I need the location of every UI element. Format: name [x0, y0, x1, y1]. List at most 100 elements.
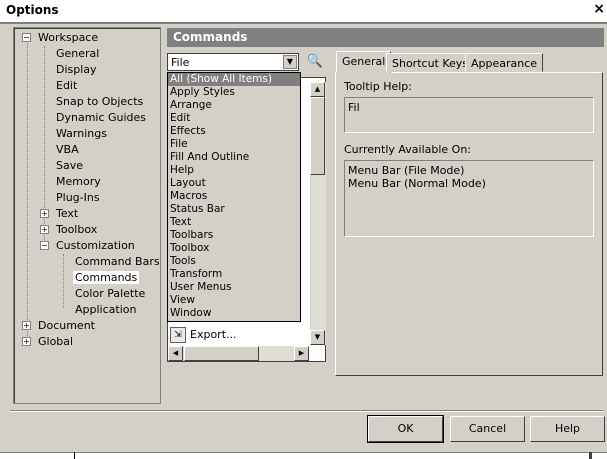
export-icon: ⇲	[170, 327, 186, 343]
tree-item-label: VBA	[56, 143, 79, 156]
title-bar: Options ×	[0, 0, 607, 22]
tree-item-vba[interactable]: VBA	[56, 142, 79, 157]
expand-icon[interactable]: +	[22, 337, 31, 346]
tree-item-color-palette[interactable]: Color Palette	[75, 286, 145, 301]
dropdown-item[interactable]: Status Bar	[168, 203, 300, 216]
scroll-down-icon[interactable]: ▼	[310, 330, 325, 345]
help-button[interactable]: Help	[530, 416, 605, 442]
collapse-icon[interactable]: −	[22, 33, 31, 42]
dropdown-item[interactable]: Apply Styles	[168, 86, 300, 99]
expand-icon[interactable]: +	[40, 225, 49, 234]
tree-item-general[interactable]: General	[56, 46, 99, 61]
window-title: Options	[6, 3, 59, 17]
tree-item-save[interactable]: Save	[56, 158, 83, 173]
tree-item-label: Global	[38, 335, 74, 348]
title-divider	[0, 22, 607, 24]
tree-item-label: Display	[56, 63, 97, 76]
list-item: Menu Bar (File Mode)	[348, 164, 465, 177]
dropdown-item[interactable]: Text	[168, 216, 300, 229]
tree-connector	[27, 39, 28, 344]
options-dialog: Options × − Workspace General Display Ed…	[0, 0, 607, 453]
expand-icon[interactable]: +	[40, 209, 49, 218]
tree-item-label: Save	[56, 159, 84, 172]
scroll-up-icon[interactable]: ▲	[310, 82, 325, 97]
tree-item-label: Dynamic Guides	[56, 111, 147, 124]
tree-item-label: Color Palette	[75, 287, 146, 300]
dropdown-item[interactable]: Layout	[168, 177, 300, 190]
tree-item-warnings[interactable]: Warnings	[56, 126, 107, 141]
tree-item-edit[interactable]: Edit	[56, 78, 77, 93]
scroll-right-icon[interactable]: ▶	[294, 346, 309, 361]
tree-item-memory[interactable]: Memory	[56, 174, 101, 189]
category-dropdown-list[interactable]: All (Show All Items) Apply Styles Arrang…	[167, 72, 301, 322]
tree-item-toolbox[interactable]: + Toolbox	[40, 222, 97, 237]
dropdown-item[interactable]: All (Show All Items)	[168, 73, 300, 86]
tooltip-help-field[interactable]: Fil	[344, 97, 594, 133]
tree-item-label: Workspace	[38, 31, 99, 44]
tree-item-document[interactable]: + Document	[22, 318, 95, 333]
dropdown-item[interactable]: Toolbox	[168, 242, 300, 255]
list-item-export[interactable]: ⇲ Export...	[170, 327, 237, 343]
dropdown-item[interactable]: Transform	[168, 268, 300, 281]
dropdown-item[interactable]: Toolbars	[168, 229, 300, 242]
scroll-thumb[interactable]	[310, 97, 325, 175]
expand-icon[interactable]: +	[22, 321, 31, 330]
list-item-label: Export...	[190, 328, 237, 341]
dropdown-item[interactable]: Help	[168, 164, 300, 177]
binoculars-icon[interactable]: 🔍	[304, 53, 326, 71]
tab-general[interactable]: General	[336, 51, 392, 73]
tree-item-application[interactable]: Application	[75, 302, 136, 317]
tree-item-label: Snap to Objects	[56, 95, 144, 108]
tooltip-help-label: Tooltip Help:	[344, 80, 412, 93]
background-line	[589, 452, 592, 459]
tree-item-commands[interactable]: Commands	[73, 270, 140, 285]
ok-button[interactable]: OK	[367, 415, 444, 443]
scroll-thumb[interactable]	[184, 346, 259, 361]
tree-item-snap-to-objects[interactable]: Snap to Objects	[56, 94, 143, 109]
cancel-button[interactable]: Cancel	[450, 416, 525, 442]
category-select[interactable]: File ▼	[167, 53, 299, 71]
tree-item-label: Memory	[56, 175, 101, 188]
dropdown-item[interactable]: View	[168, 294, 300, 307]
tab-shortcut-keys[interactable]: Shortcut Keys	[386, 53, 475, 72]
bottom-divider	[10, 410, 603, 412]
tree-item-label: Edit	[56, 79, 78, 92]
tree-item-label: Plug-Ins	[56, 191, 100, 204]
tree-item-label: General	[56, 47, 100, 60]
tree-item-customization[interactable]: − Customization	[40, 238, 135, 253]
tree-item-display[interactable]: Display	[56, 62, 97, 77]
tree-item-label: Customization	[56, 239, 135, 252]
collapse-icon[interactable]: −	[40, 241, 49, 250]
background-line	[74, 452, 75, 459]
dropdown-item[interactable]: Fill And Outline	[168, 151, 300, 164]
close-icon[interactable]: ×	[593, 1, 605, 17]
scroll-left-icon[interactable]: ◀	[168, 346, 183, 361]
tab-appearance[interactable]: Appearance	[465, 53, 544, 72]
dropdown-item[interactable]: File	[168, 138, 300, 151]
tree-item-label: Text	[56, 207, 79, 220]
dropdown-item[interactable]: Arrange	[168, 99, 300, 112]
tree-item-label: Command Bars	[75, 255, 160, 268]
category-value: File	[171, 56, 190, 69]
tree-item-global[interactable]: + Global	[22, 334, 73, 349]
tree-item-label: Warnings	[56, 127, 107, 140]
tree-item-text[interactable]: + Text	[40, 206, 78, 221]
dropdown-item[interactable]: Window	[168, 307, 300, 320]
list-item: Menu Bar (Normal Mode)	[348, 177, 486, 190]
tree-item-command-bars[interactable]: Command Bars	[75, 254, 160, 269]
tree-item-plug-ins[interactable]: Plug-Ins	[56, 190, 100, 205]
available-on-list[interactable]: Menu Bar (File Mode) Menu Bar (Normal Mo…	[344, 160, 594, 237]
chevron-down-icon[interactable]: ▼	[283, 55, 297, 69]
tree-item-label: Commands	[73, 271, 140, 284]
dropdown-item[interactable]: Edit	[168, 112, 300, 125]
tree-item-label: Application	[75, 303, 137, 316]
tree-item-label: Document	[38, 319, 95, 332]
tree-item-workspace[interactable]: − Workspace	[22, 30, 98, 45]
dropdown-item[interactable]: User Menus	[168, 281, 300, 294]
dropdown-item[interactable]: Effects	[168, 125, 300, 138]
available-on-label: Currently Available On:	[344, 143, 471, 156]
tree-item-dynamic-guides[interactable]: Dynamic Guides	[56, 110, 146, 125]
dropdown-item[interactable]: Macros	[168, 190, 300, 203]
tree-item-label: Toolbox	[56, 223, 98, 236]
dropdown-item[interactable]: Tools	[168, 255, 300, 268]
